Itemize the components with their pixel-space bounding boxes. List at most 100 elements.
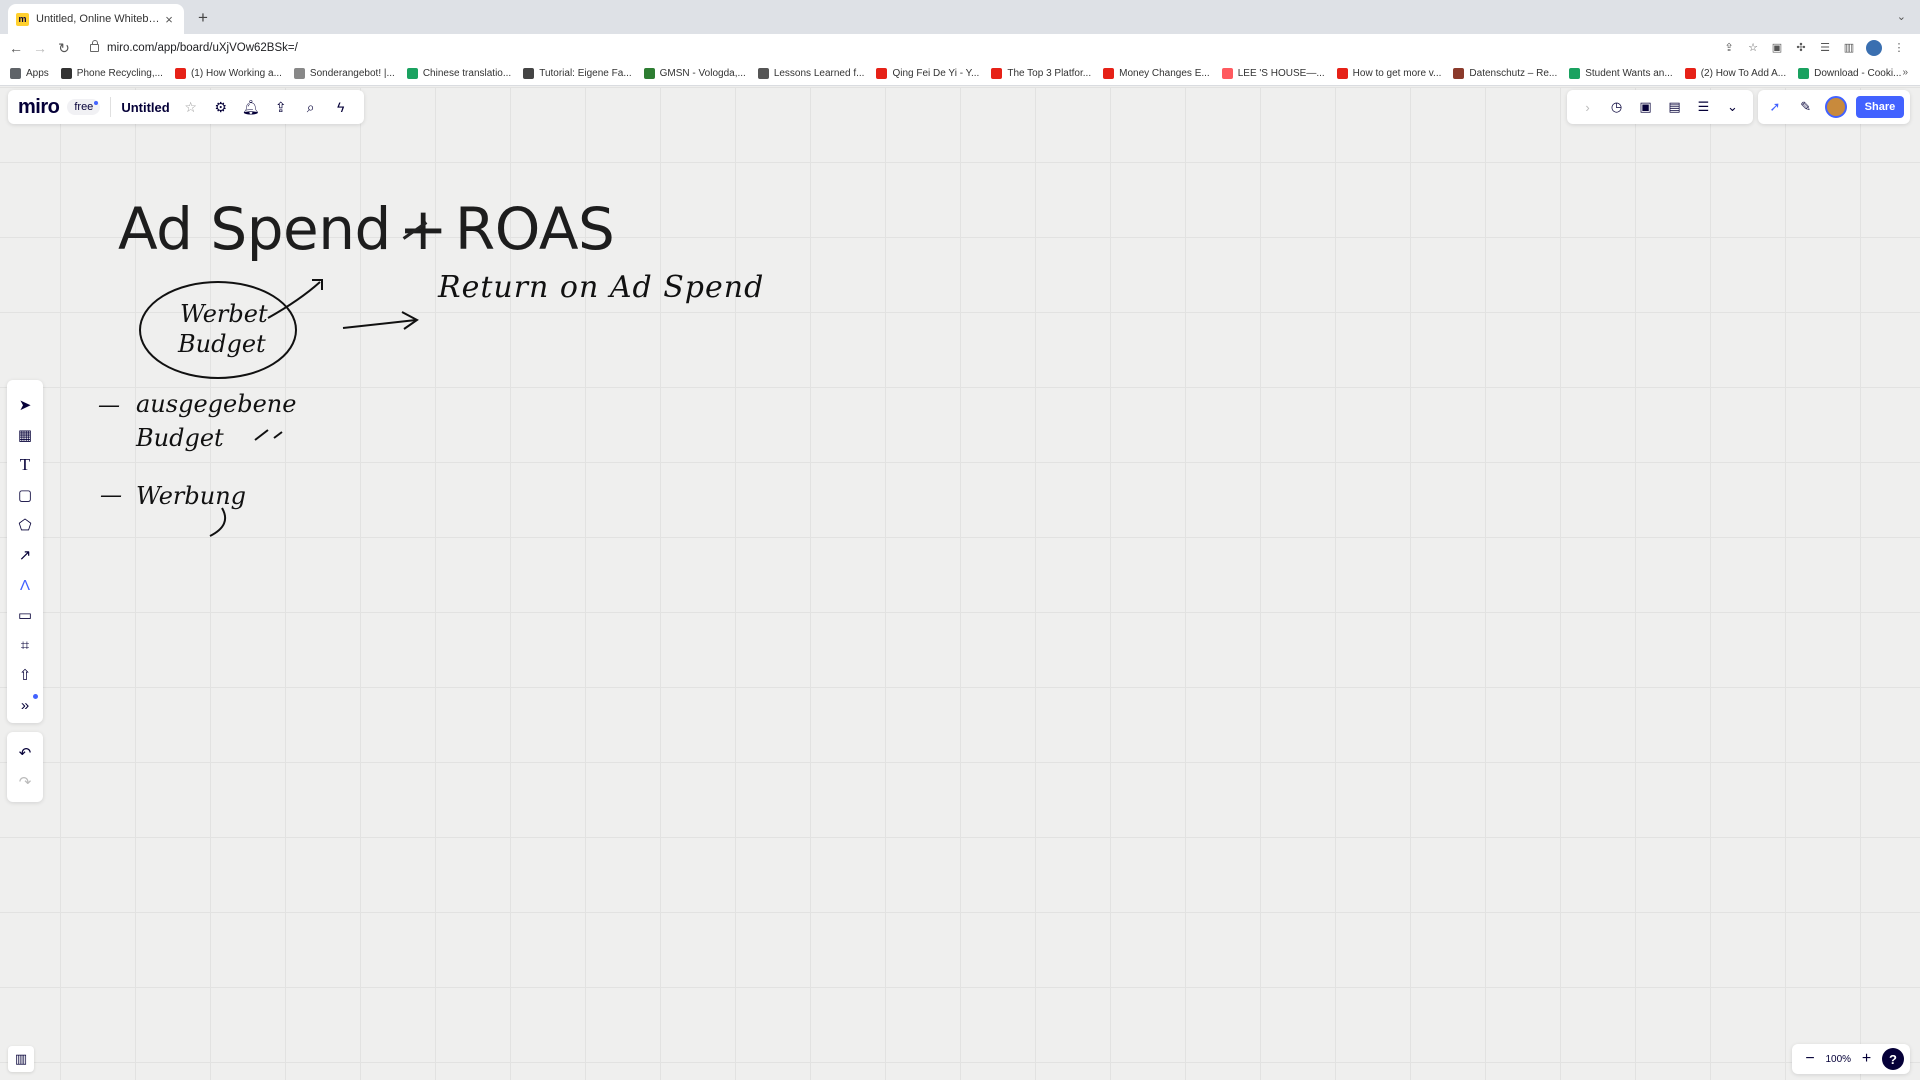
bookmark-label: Datenschutz – Re... — [1469, 68, 1558, 79]
lightning-icon[interactable]: ϟ — [330, 96, 352, 118]
reactions-icon[interactable]: ✎ — [1795, 96, 1817, 118]
board-panel-toggle-icon[interactable]: ▥ — [8, 1046, 34, 1072]
chevron-down-icon[interactable]: ⌄ — [1897, 10, 1906, 23]
bookmark-item[interactable]: Download - Cooki... — [1798, 68, 1901, 79]
bookmark-item[interactable]: GMSN - Vologda,... — [643, 68, 746, 79]
bookmark-item[interactable]: How to get more v... — [1336, 68, 1441, 79]
bookmark-item[interactable]: Student Wants an... — [1569, 68, 1673, 79]
chevron-down-icon[interactable]: ⌄ — [1722, 96, 1744, 118]
plan-badge[interactable]: free — [67, 99, 101, 115]
share-button[interactable]: Share — [1855, 96, 1904, 118]
bookmark-star-icon[interactable]: ☆ — [1746, 41, 1760, 55]
select-cursor-icon[interactable]: ➤ — [12, 392, 38, 418]
board-heading-text[interactable]: Ad Spend + ROAS — [118, 195, 615, 263]
bookmark-item[interactable]: (1) How Working a... — [174, 68, 282, 79]
reading-list-icon[interactable]: ☰ — [1818, 41, 1832, 55]
bookmark-item[interactable]: Datenschutz – Re... — [1453, 68, 1557, 79]
redo-icon[interactable]: ↷ — [12, 769, 38, 795]
apps-grid-icon — [10, 68, 21, 79]
bookmark-favicon-icon — [757, 68, 769, 79]
bookmark-item[interactable]: The Top 3 Platfor... — [991, 68, 1091, 79]
bell-icon[interactable]: 🔔︎ — [240, 96, 262, 118]
url-field[interactable]: miro.com/app/board/uXjVOw62BSk=/ — [90, 37, 1710, 59]
presentation-icon[interactable]: ▤ — [1664, 96, 1686, 118]
bookmark-item[interactable]: Tutorial: Eigene Fa... — [523, 68, 632, 79]
lock-icon — [90, 40, 99, 52]
extension-icon[interactable]: ▣ — [1770, 41, 1784, 55]
ink-text-ausgegebene[interactable]: ausgegebene — [136, 390, 296, 418]
bookmark-item[interactable]: Money Changes E... — [1103, 68, 1210, 79]
board-header-panel: miro free Untitled ☆ ⚙ 🔔︎ ⇪ ⌕ ϟ — [8, 90, 364, 124]
side-panel-icon[interactable]: ▥ — [1842, 41, 1856, 55]
zoom-out-button[interactable]: − — [1802, 1050, 1818, 1068]
reload-icon[interactable]: ↻ — [56, 40, 72, 56]
kebab-menu-icon[interactable]: ⋮ — [1892, 41, 1906, 55]
new-tab-button[interactable]: + — [194, 9, 212, 27]
bookmark-favicon-icon — [1684, 68, 1696, 79]
profile-avatar[interactable] — [1866, 40, 1882, 56]
bookmark-label: Sonderangebot! |... — [309, 68, 395, 79]
more-apps-icon[interactable]: » — [12, 692, 38, 718]
bookmark-item[interactable]: Sonderangebot! |... — [293, 68, 395, 79]
search-icon[interactable]: ⌕ — [300, 96, 322, 118]
shapes-icon[interactable]: ⬠ — [12, 512, 38, 538]
frame-icon[interactable]: ⌗ — [12, 632, 38, 658]
bookmark-item[interactable]: Lessons Learned f... — [757, 68, 864, 79]
templates-icon[interactable]: ▦ — [12, 422, 38, 448]
text-tool-icon[interactable]: T — [12, 452, 38, 478]
sticky-note-icon[interactable]: ▢ — [12, 482, 38, 508]
ink-text-werbet[interactable]: Werbet — [180, 300, 268, 328]
bookmarks-overflow-button[interactable]: » — [1902, 67, 1908, 78]
help-button[interactable]: ? — [1881, 1048, 1904, 1070]
bookmark-item[interactable]: Apps — [10, 68, 49, 79]
board-title[interactable]: Untitled — [121, 100, 169, 115]
bookmark-item[interactable]: Chinese translatio... — [406, 68, 511, 79]
bookmark-favicon-icon — [643, 68, 655, 79]
chevron-right-icon[interactable]: › — [1577, 96, 1599, 118]
share-panel: ➚ ✎ Share — [1758, 90, 1910, 124]
bookmark-favicon-icon — [60, 68, 72, 79]
star-icon[interactable]: ☆ — [180, 96, 202, 118]
timer-icon[interactable]: ◷ — [1606, 96, 1628, 118]
connection-line-icon[interactable]: ↗ — [12, 542, 38, 568]
ink-text-werbung[interactable]: Werbung — [136, 482, 246, 510]
share-page-icon[interactable]: ⇪ — [1722, 41, 1736, 55]
bookmark-item[interactable]: LEE 'S HOUSE—... — [1221, 68, 1325, 79]
close-icon[interactable]: × — [162, 12, 176, 27]
bookmark-item[interactable]: Phone Recycling,... — [60, 68, 163, 79]
heading-ad-spend: Ad Spend — [118, 195, 391, 263]
browser-tab-strip: m Untitled, Online Whiteboard fo × + ⌄ — [0, 0, 1920, 34]
bookmark-item[interactable]: (2) How To Add A... — [1684, 68, 1787, 79]
undo-redo-panel: ↶ ↷ — [7, 732, 43, 802]
bookmark-item[interactable]: Qing Fei De Yi - Y... — [876, 68, 979, 79]
forward-arrow-icon[interactable]: → — [32, 40, 48, 56]
bookmark-label: GMSN - Vologda,... — [659, 68, 746, 79]
bookmark-label: The Top 3 Platfor... — [1007, 68, 1092, 79]
gear-icon[interactable]: ⚙ — [210, 96, 232, 118]
ink-text-budget[interactable]: Budget — [178, 330, 266, 358]
ink-text-roas-meaning[interactable]: Return on Ad Spend — [438, 270, 764, 305]
undo-icon[interactable]: ↶ — [12, 740, 38, 766]
zoom-in-button[interactable]: + — [1859, 1050, 1875, 1068]
miro-logo[interactable]: miro — [18, 96, 60, 119]
bookmark-label: Qing Fei De Yi - Y... — [892, 68, 980, 79]
browser-tab-miro[interactable]: m Untitled, Online Whiteboard fo × — [8, 4, 184, 34]
cursor-follow-icon[interactable]: ➚ — [1764, 96, 1786, 118]
zoom-level[interactable]: 100% — [1825, 1054, 1851, 1065]
divider — [110, 97, 112, 117]
user-avatar[interactable] — [1825, 96, 1848, 118]
bookmark-favicon-icon — [1569, 68, 1581, 79]
back-arrow-icon[interactable]: ← — [8, 40, 24, 56]
upload-file-icon[interactable]: ⇧ — [12, 662, 38, 688]
comment-icon[interactable]: ▭ — [12, 602, 38, 628]
voting-icon[interactable]: ▣ — [1635, 96, 1657, 118]
notes-icon[interactable]: ☰ — [1693, 96, 1715, 118]
ink-text-budget-2[interactable]: Budget — [136, 424, 224, 452]
bookmark-favicon-icon — [1453, 68, 1465, 79]
zoom-controls: − 100% + ? — [1792, 1044, 1910, 1074]
puzzle-icon[interactable]: ✣ — [1794, 41, 1808, 55]
upload-icon[interactable]: ⇪ — [270, 96, 292, 118]
bookmark-label: (2) How To Add A... — [1700, 68, 1787, 79]
pen-icon[interactable]: Λ — [12, 572, 38, 598]
bookmark-favicon-icon — [1336, 68, 1348, 79]
